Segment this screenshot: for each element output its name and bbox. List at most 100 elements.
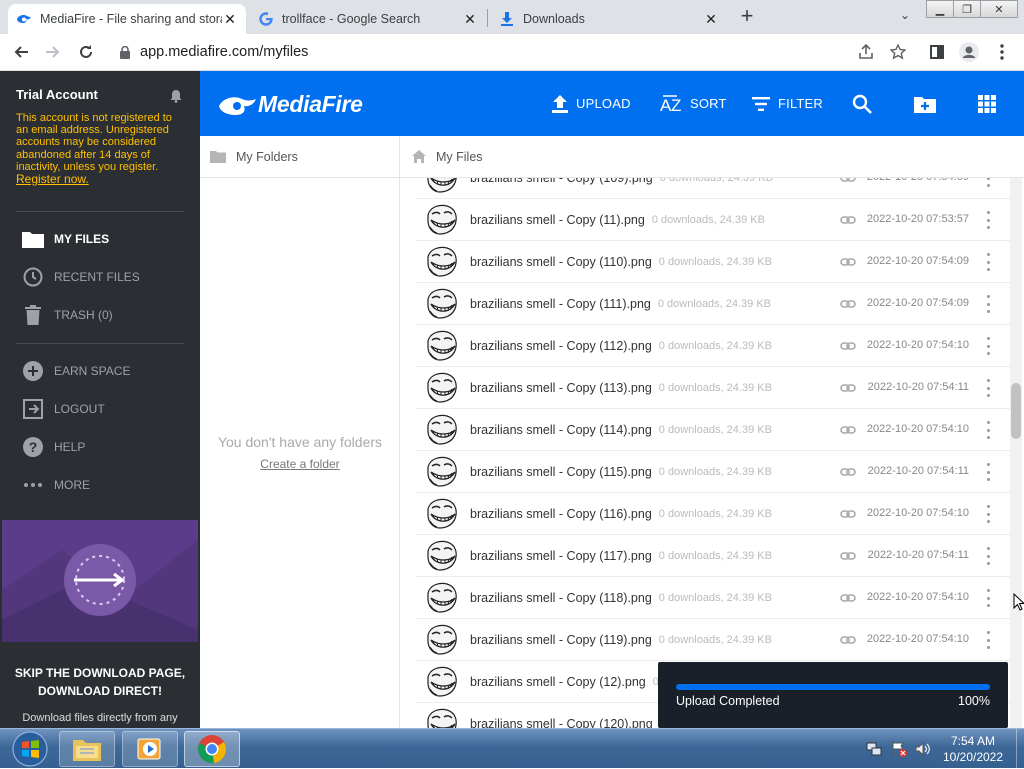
tab-search-chevron-icon[interactable]: ⌄ bbox=[896, 8, 914, 26]
file-name[interactable]: brazilians smell - Copy (117).png bbox=[470, 549, 652, 563]
reload-icon[interactable] bbox=[74, 40, 98, 64]
promo-banner[interactable] bbox=[2, 520, 198, 642]
close-tab-icon[interactable]: ✕ bbox=[703, 11, 719, 28]
sort-button[interactable]: AZ SORT bbox=[660, 71, 727, 136]
home-icon[interactable] bbox=[412, 150, 426, 163]
show-desktop-button[interactable] bbox=[1016, 729, 1024, 769]
close-window-button[interactable]: ✕ bbox=[980, 0, 1018, 18]
file-name[interactable]: brazilians smell - Copy (120).png bbox=[470, 717, 653, 729]
bookmark-star-icon[interactable] bbox=[886, 40, 910, 64]
address-bar[interactable]: app.mediafire.com/myfiles bbox=[108, 38, 848, 66]
share-link-icon[interactable] bbox=[840, 338, 856, 354]
file-name[interactable]: brazilians smell - Copy (112).png bbox=[470, 339, 652, 353]
share-link-icon[interactable] bbox=[840, 380, 856, 396]
new-tab-button[interactable]: + bbox=[735, 5, 759, 29]
share-link-icon[interactable] bbox=[840, 296, 856, 312]
row-more-options-icon[interactable] bbox=[985, 631, 991, 649]
back-arrow-icon[interactable] bbox=[9, 40, 33, 64]
lock-icon[interactable] bbox=[120, 45, 130, 59]
file-row[interactable]: brazilians smell - Copy (113).png 0 down… bbox=[415, 367, 1010, 409]
action-center-flag-icon[interactable] bbox=[891, 741, 907, 762]
share-link-icon[interactable] bbox=[840, 506, 856, 522]
file-row[interactable]: brazilians smell - Copy (110).png 0 down… bbox=[415, 241, 1010, 283]
filter-button[interactable]: FILTER bbox=[752, 71, 823, 136]
row-more-options-icon[interactable] bbox=[985, 505, 991, 523]
tab-downloads[interactable]: Downloads ✕ bbox=[491, 4, 727, 34]
minimize-button[interactable]: ▁ bbox=[926, 0, 954, 18]
create-folder-link[interactable]: Create a folder bbox=[200, 457, 400, 471]
profile-avatar-icon[interactable] bbox=[957, 40, 981, 64]
row-more-options-icon[interactable] bbox=[985, 178, 991, 187]
file-name[interactable]: brazilians smell - Copy (116).png bbox=[470, 507, 652, 521]
file-name[interactable]: brazilians smell - Copy (111).png bbox=[470, 297, 651, 311]
file-name[interactable]: brazilians smell - Copy (119).png bbox=[470, 633, 652, 647]
share-link-icon[interactable] bbox=[840, 422, 856, 438]
tab-google-search[interactable]: trollface - Google Search ✕ bbox=[250, 4, 486, 34]
file-row[interactable]: brazilians smell - Copy (117).png 0 down… bbox=[415, 535, 1010, 577]
file-name[interactable]: brazilians smell - Copy (12).png bbox=[470, 675, 646, 689]
sidebar-item-more[interactable]: MORE bbox=[22, 473, 90, 497]
search-button[interactable] bbox=[852, 71, 880, 136]
share-link-icon[interactable] bbox=[840, 254, 856, 270]
share-icon[interactable] bbox=[854, 40, 878, 64]
file-list-scrollbar[interactable] bbox=[1010, 178, 1022, 728]
forward-arrow-icon[interactable] bbox=[41, 40, 65, 64]
row-more-options-icon[interactable] bbox=[985, 211, 991, 229]
file-row[interactable]: brazilians smell - Copy (11).png 0 downl… bbox=[415, 199, 1010, 241]
file-row[interactable]: brazilians smell - Copy (116).png 0 down… bbox=[415, 493, 1010, 535]
network-icon[interactable] bbox=[866, 741, 882, 762]
taskbar-explorer[interactable] bbox=[59, 731, 115, 767]
sidebar-item-my-files[interactable]: MY FILES bbox=[22, 227, 109, 251]
row-more-options-icon[interactable] bbox=[985, 589, 991, 607]
taskbar-media-player[interactable] bbox=[122, 731, 178, 767]
mediafire-logo[interactable]: MediaFire bbox=[218, 91, 363, 118]
tab-mediafire[interactable]: MediaFire - File sharing and storage ✕ bbox=[8, 4, 246, 34]
row-more-options-icon[interactable] bbox=[985, 295, 991, 313]
share-link-icon[interactable] bbox=[840, 212, 856, 228]
sidebar-item-logout[interactable]: LOGOUT bbox=[22, 397, 105, 421]
taskbar-clock[interactable]: 7:54 AM 10/20/2022 bbox=[938, 733, 1008, 765]
scrollbar-thumb[interactable] bbox=[1011, 383, 1021, 439]
file-name[interactable]: brazilians smell - Copy (115).png bbox=[470, 465, 652, 479]
close-tab-icon[interactable]: ✕ bbox=[222, 11, 238, 28]
file-row[interactable]: brazilians smell - Copy (119).png 0 down… bbox=[415, 619, 1010, 661]
file-row[interactable]: brazilians smell - Copy (112).png 0 down… bbox=[415, 325, 1010, 367]
file-row[interactable]: brazilians smell - Copy (115).png 0 down… bbox=[415, 451, 1010, 493]
row-more-options-icon[interactable] bbox=[985, 379, 991, 397]
sidebar-item-help[interactable]: ? HELP bbox=[22, 435, 85, 459]
row-more-options-icon[interactable] bbox=[985, 421, 991, 439]
share-link-icon[interactable] bbox=[840, 178, 856, 186]
file-row[interactable]: brazilians smell - Copy (109).png 0 down… bbox=[415, 178, 1010, 199]
start-button[interactable] bbox=[2, 731, 58, 767]
register-link[interactable]: Register now. bbox=[16, 172, 89, 186]
share-link-icon[interactable] bbox=[840, 464, 856, 480]
file-name[interactable]: brazilians smell - Copy (109).png bbox=[470, 178, 653, 185]
share-link-icon[interactable] bbox=[840, 632, 856, 648]
taskbar-chrome[interactable] bbox=[184, 731, 240, 767]
row-more-options-icon[interactable] bbox=[985, 463, 991, 481]
file-name[interactable]: brazilians smell - Copy (113).png bbox=[470, 381, 652, 395]
sidebar-item-recent-files[interactable]: RECENT FILES bbox=[22, 265, 140, 289]
grid-view-button[interactable] bbox=[978, 71, 1004, 136]
maximize-button[interactable]: ❐ bbox=[953, 0, 981, 18]
row-more-options-icon[interactable] bbox=[985, 253, 991, 271]
file-row[interactable]: brazilians smell - Copy (111).png 0 down… bbox=[415, 283, 1010, 325]
file-row[interactable]: brazilians smell - Copy (114).png 0 down… bbox=[415, 409, 1010, 451]
bell-icon[interactable] bbox=[170, 89, 182, 108]
file-name[interactable]: brazilians smell - Copy (118).png bbox=[470, 591, 652, 605]
share-link-icon[interactable] bbox=[840, 590, 856, 606]
row-more-options-icon[interactable] bbox=[985, 547, 991, 565]
file-row[interactable]: brazilians smell - Copy (118).png 0 down… bbox=[415, 577, 1010, 619]
sidebar-item-trash[interactable]: TRASH (0) bbox=[22, 303, 113, 327]
volume-icon[interactable] bbox=[915, 741, 931, 762]
file-name[interactable]: brazilians smell - Copy (110).png bbox=[470, 255, 652, 269]
new-folder-button[interactable] bbox=[914, 71, 944, 136]
close-tab-icon[interactable]: ✕ bbox=[462, 11, 478, 28]
file-name[interactable]: brazilians smell - Copy (114).png bbox=[470, 423, 652, 437]
row-more-options-icon[interactable] bbox=[985, 337, 991, 355]
sidebar-item-earn-space[interactable]: EARN SPACE bbox=[22, 359, 130, 383]
file-name[interactable]: brazilians smell - Copy (11).png bbox=[470, 213, 645, 227]
share-link-icon[interactable] bbox=[840, 548, 856, 564]
browser-menu-icon[interactable] bbox=[990, 40, 1014, 64]
upload-button[interactable]: UPLOAD bbox=[552, 71, 631, 136]
